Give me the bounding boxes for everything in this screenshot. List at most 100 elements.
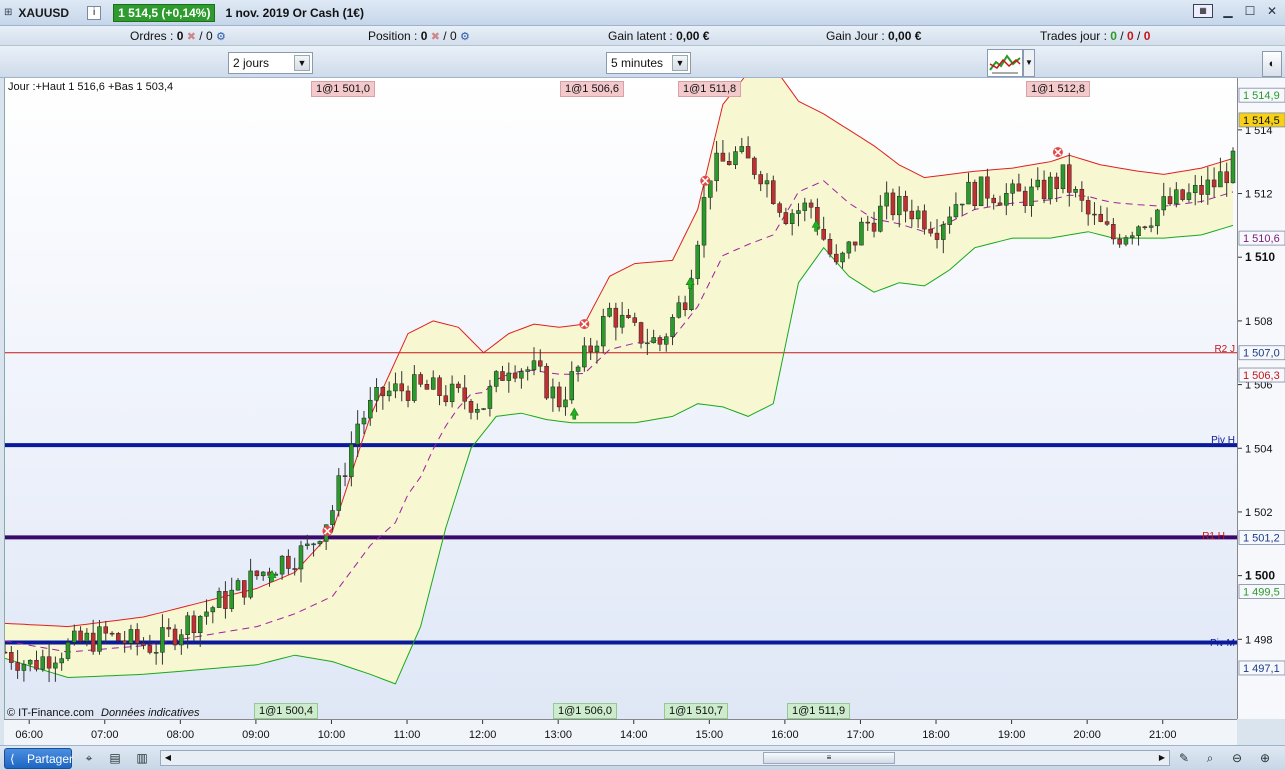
orders-stat: Ordres : 0 ✖ / 0 ⚙ xyxy=(130,29,226,43)
scroll-right-icon[interactable]: ▶ xyxy=(1156,752,1168,764)
trade-tag-sell[interactable]: 1@1 512,8 xyxy=(1026,81,1090,97)
close-position-icon[interactable]: ✖ xyxy=(431,31,440,43)
instrument-description: 1 nov. 2019 Or Cash (1€) xyxy=(225,5,364,20)
symbol-label: XAUUSD xyxy=(18,5,70,20)
time-axis[interactable]: 06:00 07:00 08:00 09:00 10:00 11:00 12:00 13:00… xyxy=(4,719,1237,745)
print-icon[interactable]: ▤ xyxy=(106,749,124,767)
candle-body xyxy=(46,656,52,669)
candle-body xyxy=(1079,188,1085,201)
candle-body xyxy=(846,241,852,254)
draw-tool-icon[interactable]: ✎ xyxy=(1175,749,1193,767)
maximize-icon[interactable]: ☐ xyxy=(1243,4,1257,18)
trade-tag-buy[interactable]: 1@1 511,9 xyxy=(787,703,851,719)
chevron-down-icon[interactable]: ▼ xyxy=(294,55,310,71)
candle-body xyxy=(613,307,619,328)
candle-body xyxy=(1123,237,1129,245)
trade-tag-sell[interactable]: 1@1 506,6 xyxy=(560,81,624,97)
candle-body xyxy=(210,607,216,613)
y-axis-tick-label: 1 508 xyxy=(1245,316,1273,328)
candle-body xyxy=(1092,213,1097,216)
candle-body xyxy=(128,629,134,644)
candle-body xyxy=(279,555,285,575)
candle-body xyxy=(928,228,933,234)
trades-losing: 0 xyxy=(1126,29,1134,43)
candle-body xyxy=(594,345,600,353)
price-chart[interactable]: Jour :+Haut 1 516,6 +Bas 1 503,4 1@1 501… xyxy=(4,78,1237,719)
trading-stats-bar: Ordres : 0 ✖ / 0 ⚙ Position : 0 ✖ / 0 ⚙ … xyxy=(0,26,1285,46)
period-select[interactable]: 2 jours ▼ xyxy=(228,52,313,74)
candle-body xyxy=(601,316,606,347)
level-label-piv-h: Piv H xyxy=(1211,435,1235,446)
indicators-button[interactable] xyxy=(987,49,1023,77)
scroll-left-icon[interactable]: ◀ xyxy=(162,752,174,764)
candle-body xyxy=(859,221,864,246)
candle-body xyxy=(607,307,612,317)
price-axis[interactable]: 1 514 1 512 1 510 1 508 1 506 1 504 1 502 1 500… xyxy=(1237,78,1285,719)
candle-body xyxy=(53,662,58,669)
candle-body xyxy=(626,314,631,318)
candle-body xyxy=(796,210,801,214)
orders-label: Ordres : xyxy=(130,29,174,43)
candle-body xyxy=(223,591,228,609)
candle-body xyxy=(260,571,266,577)
candle-body xyxy=(783,212,789,224)
orders-value: 0 xyxy=(176,29,184,43)
share-button[interactable]: ⟨ Partager xyxy=(4,748,73,769)
expand-icon[interactable]: ⊞ xyxy=(4,7,12,18)
cancel-orders-icon[interactable]: ✖ xyxy=(187,31,196,43)
keyboard-icon[interactable]: ▦ xyxy=(1193,4,1213,18)
crosshair-tool-icon[interactable]: ⌖ xyxy=(80,749,98,767)
candle-body xyxy=(361,417,367,425)
candle-body xyxy=(468,401,474,413)
candle-body xyxy=(248,570,253,598)
candle-body xyxy=(235,580,241,591)
bollinger-band-fill xyxy=(5,78,1233,684)
y-axis-tick-label: 1 512 xyxy=(1245,189,1273,201)
candle-body xyxy=(985,176,990,199)
trade-tag-sell[interactable]: 1@1 511,8 xyxy=(678,81,742,97)
candle-body xyxy=(1199,185,1204,195)
candle-body xyxy=(242,580,247,598)
zoom-out-icon[interactable]: ⊖ xyxy=(1228,749,1246,767)
trade-tag-sell[interactable]: 1@1 501,0 xyxy=(311,81,375,97)
candle-body xyxy=(97,626,102,652)
candle-body xyxy=(1004,193,1009,206)
position-settings-icon[interactable]: ⚙ xyxy=(460,31,470,43)
trade-tag-buy[interactable]: 1@1 506,0 xyxy=(553,703,617,719)
position-label: Position : xyxy=(368,29,418,43)
zoom-in-icon[interactable]: ⊕ xyxy=(1256,749,1274,767)
candle-body xyxy=(1205,179,1211,195)
side-panel-toggle[interactable]: ◐ xyxy=(1262,51,1282,77)
candle-body xyxy=(1085,200,1091,215)
close-icon[interactable]: ✕ xyxy=(1265,4,1279,18)
candle-body xyxy=(903,195,908,212)
trade-tag-buy[interactable]: 1@1 500,4 xyxy=(254,703,318,719)
candle-body xyxy=(959,203,965,206)
candle-body xyxy=(1010,183,1015,194)
candle-body xyxy=(789,213,795,224)
candle-body xyxy=(393,383,398,392)
candle-body xyxy=(399,383,404,392)
chart-scrollbar[interactable]: ◀ ≡ ▶ xyxy=(160,750,1170,766)
candle-body xyxy=(1035,179,1041,188)
candle-body xyxy=(286,555,291,569)
candle-body xyxy=(34,660,39,670)
price-tag-label: 1 501,2 xyxy=(1243,532,1280,544)
candle-body xyxy=(374,387,379,401)
interval-select[interactable]: 5 minutes ▼ xyxy=(606,52,691,74)
info-icon[interactable]: i xyxy=(87,5,102,20)
trade-tag-buy[interactable]: 1@1 510,7 xyxy=(664,703,728,719)
scrollbar-thumb[interactable]: ≡ xyxy=(763,752,895,764)
candle-body xyxy=(109,632,115,635)
orders-settings-icon[interactable]: ⚙ xyxy=(216,31,226,43)
candle-body xyxy=(1186,192,1192,200)
candle-body xyxy=(1117,238,1122,245)
minimize-icon[interactable]: ▁ xyxy=(1221,4,1235,18)
candle-body xyxy=(141,643,146,646)
indicators-dropdown[interactable]: ▼ xyxy=(1023,49,1035,77)
chevron-down-icon[interactable]: ▼ xyxy=(672,55,688,71)
layout-icon[interactable]: ▥ xyxy=(133,749,151,767)
zoom-fit-icon[interactable]: ⌕ xyxy=(1201,749,1219,767)
candle-body xyxy=(116,633,121,641)
trades-separator: / xyxy=(1120,29,1124,43)
